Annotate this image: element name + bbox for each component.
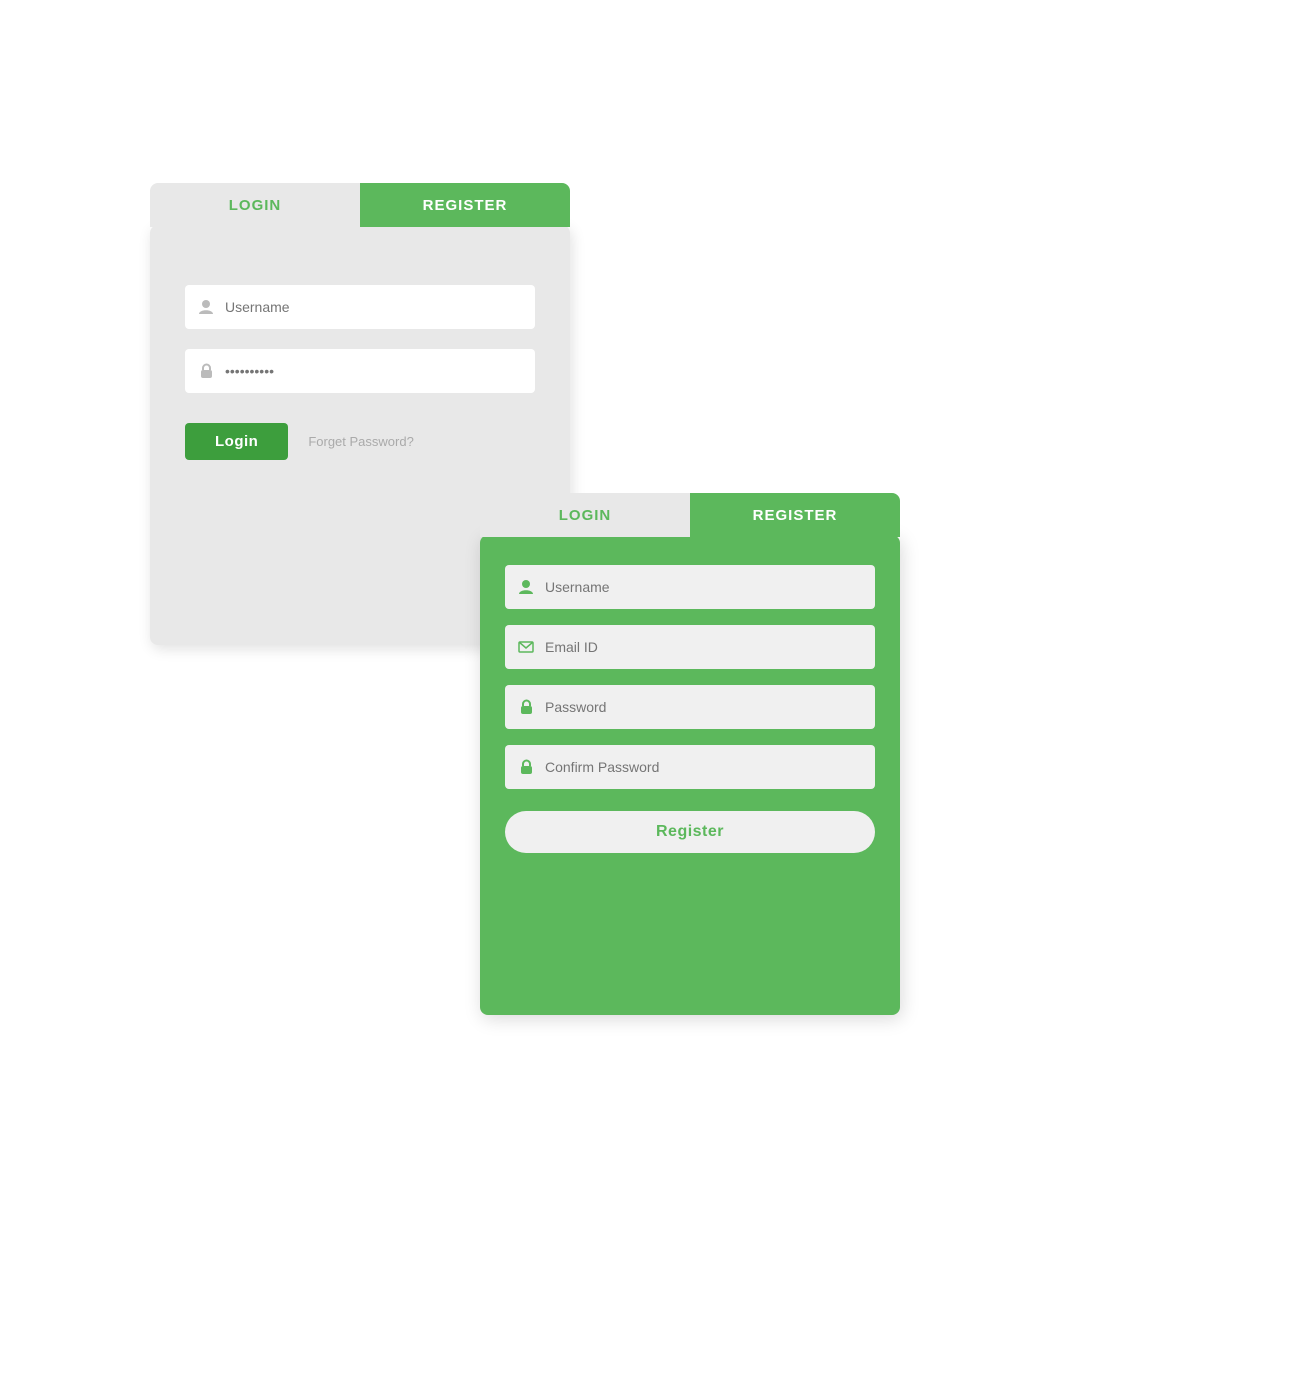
reg-confirm-password-input[interactable] bbox=[545, 759, 863, 775]
reg-user-icon bbox=[517, 579, 535, 595]
password-input-row bbox=[185, 349, 535, 393]
reg-username-input-row bbox=[505, 565, 875, 609]
reg-password-input-row bbox=[505, 685, 875, 729]
register-card: LOGIN REGISTER bbox=[480, 535, 900, 1015]
reg-lock-icon bbox=[517, 699, 535, 715]
tab-login-card2[interactable]: LOGIN bbox=[480, 493, 690, 537]
card2-tabs: LOGIN REGISTER bbox=[480, 493, 900, 537]
reg-confirm-password-input-row bbox=[505, 745, 875, 789]
forget-password-link[interactable]: Forget Password? bbox=[308, 434, 414, 449]
reg-email-input-row bbox=[505, 625, 875, 669]
lock-icon bbox=[197, 362, 215, 380]
login-button[interactable]: Login bbox=[185, 423, 288, 460]
reg-email-icon bbox=[517, 641, 535, 653]
reg-username-input[interactable] bbox=[545, 579, 863, 595]
user-icon bbox=[197, 298, 215, 316]
card1-tabs: LOGIN REGISTER bbox=[150, 183, 570, 227]
reg-password-input[interactable] bbox=[545, 699, 863, 715]
reg-confirm-lock-icon bbox=[517, 759, 535, 775]
tab-register-card1[interactable]: REGISTER bbox=[360, 183, 570, 227]
username-input-row bbox=[185, 285, 535, 329]
tab-register-card2[interactable]: REGISTER bbox=[690, 493, 900, 537]
reg-email-input[interactable] bbox=[545, 639, 863, 655]
card2-body: Register bbox=[480, 535, 900, 878]
password-input[interactable] bbox=[225, 363, 523, 379]
card1-actions: Login Forget Password? bbox=[185, 423, 535, 460]
register-button[interactable]: Register bbox=[505, 811, 875, 853]
username-input[interactable] bbox=[225, 299, 523, 315]
tab-login-card1[interactable]: LOGIN bbox=[150, 183, 360, 227]
card1-body: Login Forget Password? bbox=[150, 225, 570, 490]
